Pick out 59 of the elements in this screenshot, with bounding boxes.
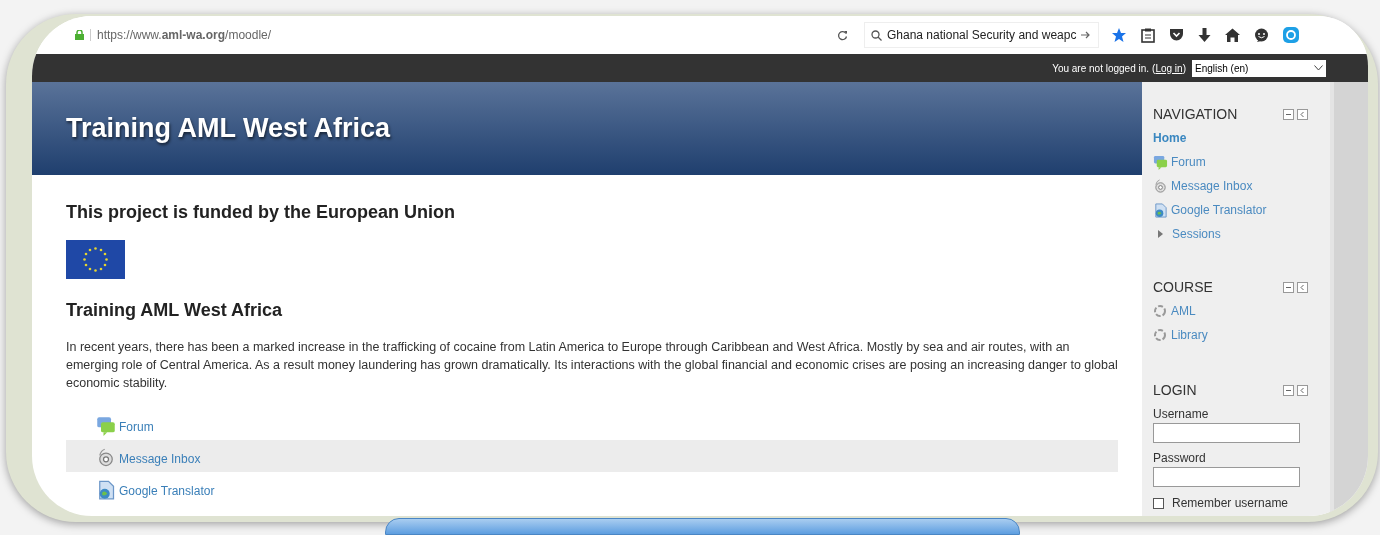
minimize-icon[interactable] bbox=[1283, 282, 1294, 293]
login-link[interactable]: Log in bbox=[1155, 60, 1183, 76]
pocket-icon[interactable] bbox=[1169, 28, 1184, 42]
minimize-icon[interactable] bbox=[1283, 385, 1294, 396]
course-link[interactable]: AML bbox=[1171, 302, 1196, 320]
download-icon[interactable] bbox=[1198, 27, 1211, 43]
language-select[interactable]: English (en) bbox=[1192, 59, 1326, 77]
field-label: Password bbox=[1153, 450, 1207, 467]
course-link[interactable]: Library bbox=[1171, 326, 1208, 344]
section-heading: Training AML West Africa bbox=[66, 299, 284, 322]
activity-row[interactable]: Message Inbox bbox=[66, 440, 1118, 472]
search-field[interactable]: Ghana national Security and weapc bbox=[864, 22, 1099, 48]
home-icon[interactable] bbox=[1225, 28, 1240, 42]
activity-link[interactable]: Google Translator bbox=[119, 482, 215, 500]
app-icon[interactable] bbox=[1283, 27, 1299, 43]
chevron-icon bbox=[1314, 65, 1323, 71]
message-icon bbox=[1153, 178, 1168, 194]
chat-bubbles-icon bbox=[1153, 154, 1168, 170]
field-label: Username bbox=[1153, 406, 1210, 423]
dock-icon[interactable] bbox=[1297, 385, 1308, 396]
checkbox-label: Remember username bbox=[1172, 495, 1289, 512]
lock-icon bbox=[75, 30, 84, 40]
dock-icon[interactable] bbox=[1297, 109, 1308, 120]
chat-bubbles-icon bbox=[96, 416, 116, 436]
course-icon bbox=[1153, 304, 1167, 318]
clipboard-icon[interactable] bbox=[1141, 27, 1155, 43]
reload-icon[interactable] bbox=[837, 29, 848, 41]
chat-icon[interactable] bbox=[1254, 27, 1269, 43]
go-arrow-icon[interactable] bbox=[1081, 31, 1091, 39]
checkbox[interactable] bbox=[1153, 497, 1164, 509]
flag-icon bbox=[66, 240, 125, 279]
username-field[interactable] bbox=[1153, 423, 1300, 443]
site-title: Training AML West Africa bbox=[66, 112, 391, 146]
message-icon bbox=[96, 448, 116, 468]
expand-arrow-icon[interactable] bbox=[1157, 229, 1165, 239]
funding-heading: This project is funded by the European Union bbox=[66, 201, 457, 224]
activity-link[interactable]: Forum bbox=[119, 418, 154, 436]
course-icon bbox=[1153, 328, 1167, 342]
intro-paragraph: In recent years, there has been a marked increase in the trafficking of cocaine from Latin America to Europe through Caribbean and West Africa. Mostly by sea and air routes, with an emerging role of Central America. As a result money laundering has grown dramatically. Its interactions with the global financial and economic crises are posing an increasing danger to global economic stability. bbox=[66, 339, 1118, 392]
star-icon[interactable] bbox=[1111, 27, 1127, 43]
login-status: You are not logged in. bbox=[1052, 61, 1150, 76]
nav-link[interactable]: Home bbox=[1153, 129, 1187, 147]
block-title: NAVIGATION bbox=[1153, 105, 1238, 124]
search-icon bbox=[871, 29, 882, 41]
nav-link[interactable]: Message Inbox bbox=[1171, 177, 1253, 195]
page-globe-icon bbox=[1153, 202, 1168, 218]
nav-link[interactable]: Google Translator bbox=[1171, 201, 1267, 219]
block-title: COURSE bbox=[1153, 278, 1213, 297]
password-field[interactable] bbox=[1153, 467, 1300, 487]
minimize-icon[interactable] bbox=[1283, 109, 1294, 120]
activity-link[interactable]: Message Inbox bbox=[119, 450, 201, 468]
nav-link[interactable]: Sessions bbox=[1172, 225, 1221, 243]
bracket-text: ( bbox=[1152, 61, 1156, 76]
url-field[interactable]: https://www.aml-wa.org/moodle/ bbox=[97, 26, 797, 44]
block-title: LOGIN bbox=[1153, 381, 1197, 400]
nav-link[interactable]: Forum bbox=[1171, 153, 1206, 171]
page-globe-icon bbox=[96, 480, 116, 500]
dock-icon[interactable] bbox=[1297, 282, 1308, 293]
bracket-text: ) bbox=[1182, 61, 1186, 76]
